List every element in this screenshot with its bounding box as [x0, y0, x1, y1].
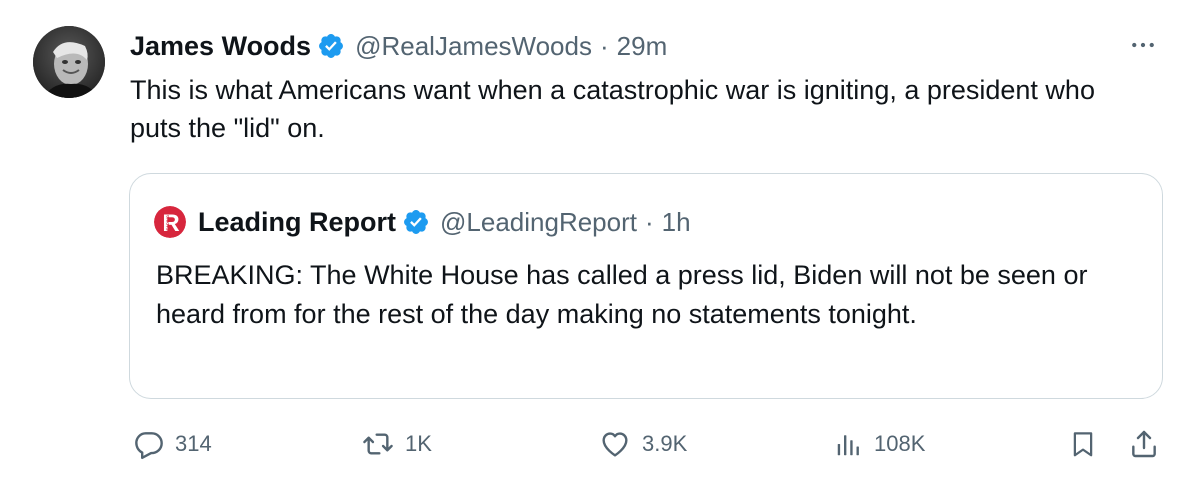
- reply-count: 314: [175, 431, 212, 456]
- author-avatar-image: [33, 26, 105, 98]
- share-icon: [1128, 428, 1160, 460]
- quoted-tweet-text: BREAKING: The White House has called a p…: [156, 260, 1088, 329]
- verified-badge-icon: [402, 208, 430, 236]
- more-icon[interactable]: [1128, 30, 1158, 65]
- svg-text:LEADING: LEADING: [165, 215, 170, 233]
- analytics-icon: [834, 428, 864, 460]
- quoted-author-avatar: R LEADING: [154, 206, 186, 238]
- separator-dot: ·: [599, 30, 609, 61]
- tweet-text: This is what Americans want when a catas…: [130, 75, 1095, 143]
- quoted-tweet-card[interactable]: R LEADING Leading Report @LeadingReport …: [129, 173, 1163, 399]
- bookmark-icon: [1068, 428, 1098, 460]
- quoted-author-name: Leading Report: [198, 206, 397, 237]
- repost-icon: [361, 428, 395, 460]
- like-count: 3.9K: [642, 431, 688, 456]
- separator-dot: ·: [644, 206, 654, 237]
- quoted-tweet-header: R LEADING Leading Report @LeadingReport …: [154, 204, 691, 240]
- heart-icon: [598, 428, 632, 460]
- bookmark-button[interactable]: [1068, 424, 1098, 464]
- quoted-author-handle: @LeadingReport: [440, 206, 637, 237]
- timestamp[interactable]: 29m: [617, 31, 668, 62]
- author-handle[interactable]: @RealJamesWoods: [355, 31, 592, 62]
- author-name[interactable]: James Woods: [130, 31, 311, 62]
- repost-count: 1K: [405, 431, 432, 456]
- reply-button[interactable]: 314: [133, 424, 212, 464]
- views-button[interactable]: 108K: [834, 424, 925, 464]
- author-avatar[interactable]: [33, 26, 105, 98]
- reply-icon: [133, 428, 165, 460]
- verified-badge-icon[interactable]: [317, 32, 345, 60]
- repost-button[interactable]: 1K: [361, 424, 432, 464]
- views-count: 108K: [874, 431, 926, 456]
- share-button[interactable]: [1128, 424, 1160, 464]
- quoted-timestamp: 1h: [661, 206, 691, 237]
- tweet-header: James Woods @RealJamesWoods · 29m: [130, 28, 667, 64]
- like-button[interactable]: 3.9K: [598, 424, 687, 464]
